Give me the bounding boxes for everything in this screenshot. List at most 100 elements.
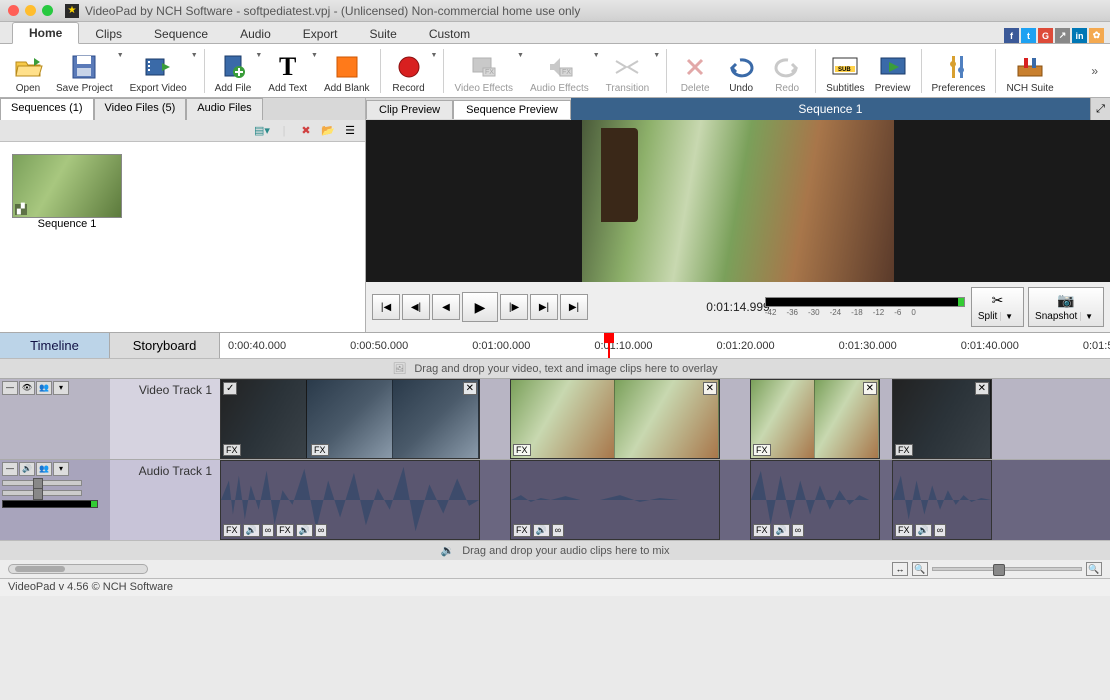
preferences-button[interactable]: Preferences xyxy=(928,46,990,96)
audio-clip[interactable]: FX🔊∞FX🔊∞ xyxy=(220,460,480,540)
ribbon-overflow-icon[interactable]: » xyxy=(1085,64,1104,78)
vfx-dropdown-icon[interactable]: ▼ xyxy=(517,52,524,59)
bin-area[interactable]: Sequence 1 xyxy=(0,142,365,332)
zoom-out-icon[interactable]: 🔍 xyxy=(912,562,928,576)
tab-clip-preview[interactable]: Clip Preview xyxy=(366,100,453,119)
nch-suite-button[interactable]: NCH Suite xyxy=(1002,46,1057,96)
subtitles-button[interactable]: SUBSubtitles xyxy=(822,46,868,96)
audio-clip[interactable]: FX🔊∞ xyxy=(510,460,720,540)
menu-home[interactable]: Home xyxy=(12,22,79,44)
close-window-button[interactable] xyxy=(8,5,19,16)
video-clips-area[interactable]: ✓✕ FXFX ✕ FX ✕ FX ✕ FX xyxy=(220,379,1110,459)
play-button[interactable]: ▶ xyxy=(462,292,498,322)
linkedin-icon[interactable]: in xyxy=(1072,28,1087,43)
video-track-label: Video Track 1 xyxy=(110,379,220,459)
add-file-button[interactable]: Add File xyxy=(211,46,256,96)
export-video-button[interactable]: Export Video xyxy=(126,46,191,96)
fit-width-icon[interactable]: ↔ xyxy=(892,562,908,576)
settings-gear-icon[interactable]: ✿ xyxy=(1089,28,1104,43)
audio-clip[interactable]: FX🔊∞ xyxy=(750,460,880,540)
go-start-button[interactable]: |◀ xyxy=(372,294,400,320)
track-pan-slider[interactable] xyxy=(2,490,82,496)
timeline-scrollbar[interactable] xyxy=(8,564,148,574)
zoom-window-button[interactable] xyxy=(42,5,53,16)
save-dropdown-icon[interactable]: ▼ xyxy=(117,52,124,59)
preview-viewport[interactable] xyxy=(366,120,1110,282)
track-solo-icon[interactable]: 👥 xyxy=(36,462,52,476)
track-collapse-icon[interactable]: — xyxy=(2,462,18,476)
video-clip[interactable]: ✕ FX xyxy=(510,379,720,459)
delete-button[interactable]: Delete xyxy=(673,46,717,96)
tab-sequences[interactable]: Sequences (1) xyxy=(0,98,94,120)
record-button[interactable]: Record xyxy=(387,46,431,96)
playhead[interactable] xyxy=(604,333,614,343)
overlay-drop-hint[interactable]: 🖼 Drag and drop your video, text and ima… xyxy=(0,358,1110,378)
split-button[interactable]: ✂Split ▼ xyxy=(971,287,1024,327)
video-clip[interactable]: ✓✕ FXFX xyxy=(220,379,480,459)
menu-custom[interactable]: Custom xyxy=(413,24,486,44)
afx-dropdown-icon[interactable]: ▼ xyxy=(593,52,600,59)
tab-timeline[interactable]: Timeline xyxy=(0,333,110,358)
undo-button[interactable]: Undo xyxy=(719,46,763,96)
zoom-in-icon[interactable]: 🔍 xyxy=(1086,562,1102,576)
bin-view-icon[interactable]: ▤▾ xyxy=(253,122,271,140)
delete-bin-icon[interactable]: ✖ xyxy=(297,122,315,140)
list-view-icon[interactable]: ☰ xyxy=(341,122,359,140)
record-dropdown-icon[interactable]: ▼ xyxy=(431,52,438,59)
menu-export[interactable]: Export xyxy=(287,24,354,44)
app-icon: ★ xyxy=(65,4,79,18)
go-end-button[interactable]: ▶| xyxy=(560,294,588,320)
timeline-header: Timeline Storyboard 0:00:40.0000:00:50.0… xyxy=(0,332,1110,358)
addfile-dropdown-icon[interactable]: ▼ xyxy=(255,52,262,59)
social-links: f t G ↗ in ✿ xyxy=(1004,28,1104,43)
add-text-button[interactable]: TAdd Text xyxy=(264,46,311,96)
addtext-dropdown-icon[interactable]: ▼ xyxy=(311,52,318,59)
tab-sequence-preview[interactable]: Sequence Preview xyxy=(453,100,571,119)
track-more-icon[interactable]: ▾ xyxy=(53,381,69,395)
share-icon[interactable]: ↗ xyxy=(1055,28,1070,43)
menu-suite[interactable]: Suite xyxy=(353,24,412,44)
tab-storyboard[interactable]: Storyboard xyxy=(110,333,220,358)
audio-effects-button[interactable]: FXAudio Effects xyxy=(526,46,593,96)
open-button[interactable]: Open xyxy=(6,46,50,96)
tab-audio-files[interactable]: Audio Files xyxy=(186,98,262,120)
time-ruler[interactable]: 0:00:40.0000:00:50.0000:01:00.0000:01:10… xyxy=(220,333,1110,358)
prev-frame-button[interactable]: ◀| xyxy=(402,294,430,320)
export-dropdown-icon[interactable]: ▼ xyxy=(191,52,198,59)
sequence-thumb[interactable]: Sequence 1 xyxy=(12,154,122,230)
audio-mix-drop-hint[interactable]: 🔉 Drag and drop your audio clips here to… xyxy=(0,540,1110,560)
new-folder-icon[interactable]: 📂 xyxy=(319,122,337,140)
video-clip[interactable]: ✕ FX xyxy=(892,379,992,459)
add-blank-button[interactable]: Add Blank xyxy=(320,46,374,96)
track-group-icon[interactable]: 👥 xyxy=(36,381,52,395)
facebook-icon[interactable]: f xyxy=(1004,28,1019,43)
snapshot-button[interactable]: 📷Snapshot ▼ xyxy=(1028,287,1104,327)
preview-button[interactable]: Preview xyxy=(871,46,915,96)
video-effects-button[interactable]: FXVideo Effects xyxy=(450,46,517,96)
next-frame-button[interactable]: ▶| xyxy=(530,294,558,320)
zoom-slider[interactable] xyxy=(932,567,1082,571)
audio-track-label: Audio Track 1 xyxy=(110,460,220,540)
track-more-icon[interactable]: ▾ xyxy=(53,462,69,476)
audio-clips-area[interactable]: FX🔊∞FX🔊∞ FX🔊∞ FX🔊∞ FX🔊∞ xyxy=(220,460,1110,540)
google-plus-icon[interactable]: G xyxy=(1038,28,1053,43)
tab-video-files[interactable]: Video Files (5) xyxy=(94,98,187,120)
audio-clip[interactable]: FX🔊∞ xyxy=(892,460,992,540)
menu-clips[interactable]: Clips xyxy=(79,24,138,44)
twitter-icon[interactable]: t xyxy=(1021,28,1036,43)
redo-button[interactable]: Redo xyxy=(765,46,809,96)
transition-dropdown-icon[interactable]: ▼ xyxy=(653,52,660,59)
track-volume-slider[interactable] xyxy=(2,480,82,486)
track-collapse-icon[interactable]: — xyxy=(2,381,18,395)
detach-preview-icon[interactable]: ⤢ xyxy=(1090,98,1110,120)
track-mute-icon[interactable]: 🔊 xyxy=(19,462,35,476)
menu-audio[interactable]: Audio xyxy=(224,24,287,44)
forward-button[interactable]: |▶ xyxy=(500,294,528,320)
save-project-button[interactable]: Save Project xyxy=(52,46,117,96)
menu-sequence[interactable]: Sequence xyxy=(138,24,224,44)
minimize-window-button[interactable] xyxy=(25,5,36,16)
rewind-button[interactable]: ◀ xyxy=(432,294,460,320)
track-visible-icon[interactable]: 👁 xyxy=(19,381,35,395)
transition-button[interactable]: Transition xyxy=(602,46,654,96)
video-clip[interactable]: ✕ FX xyxy=(750,379,880,459)
